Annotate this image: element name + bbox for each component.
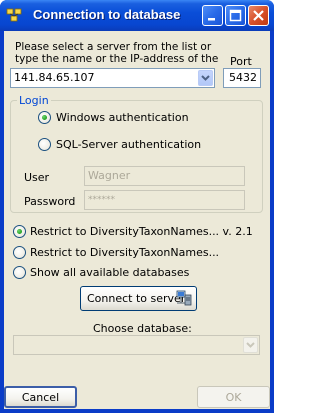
chevron-down-icon bbox=[246, 342, 255, 348]
maximize-button[interactable] bbox=[225, 5, 246, 26]
user-label: User bbox=[24, 171, 50, 184]
restrict-names-label[interactable]: Restrict to DiversityTaxonNames... bbox=[30, 246, 219, 259]
server-address-value: 141.84.65.107 bbox=[14, 71, 95, 84]
dialog-client-area: Please select a server from the list or … bbox=[4, 31, 270, 409]
connect-to-server-button[interactable]: Connect to server bbox=[80, 286, 197, 311]
window-title: Connection to database bbox=[33, 7, 181, 22]
sql-auth-radio[interactable] bbox=[38, 138, 51, 151]
server-dropdown-button[interactable] bbox=[198, 70, 213, 86]
database-app-icon bbox=[6, 7, 22, 23]
sql-auth-label[interactable]: SQL-Server authentication bbox=[56, 138, 201, 151]
radio-selected-dot bbox=[42, 115, 47, 120]
port-value: 5432 bbox=[229, 71, 257, 84]
restrict-v21-label[interactable]: Restrict to DiversityTaxonNames... v. 2.… bbox=[30, 225, 253, 238]
close-icon bbox=[253, 10, 264, 21]
minimize-button[interactable] bbox=[202, 5, 223, 26]
restrict-names-radio[interactable] bbox=[13, 246, 26, 259]
dialog-window: Connection to database Please select a s… bbox=[0, 0, 274, 413]
password-input[interactable]: ****** bbox=[84, 190, 245, 210]
user-value: Wagner bbox=[88, 169, 131, 182]
choose-database-label: Choose database: bbox=[93, 322, 192, 335]
server-combo[interactable]: 141.84.65.107 bbox=[10, 68, 215, 88]
minimize-icon bbox=[208, 18, 215, 21]
show-all-radio[interactable] bbox=[13, 266, 26, 279]
password-label: Password bbox=[24, 195, 76, 208]
database-dropdown-button[interactable] bbox=[243, 337, 258, 353]
restrict-v21-radio[interactable] bbox=[13, 225, 26, 238]
windows-auth-label[interactable]: Windows authentication bbox=[56, 111, 189, 124]
title-bar[interactable]: Connection to database bbox=[0, 0, 274, 31]
cancel-button-label: Cancel bbox=[21, 391, 60, 404]
ok-button-label: OK bbox=[225, 391, 242, 404]
cancel-button[interactable]: Cancel bbox=[4, 386, 77, 408]
user-input[interactable]: Wagner bbox=[84, 166, 245, 186]
connect-server-icon bbox=[176, 290, 192, 310]
ok-button[interactable]: OK bbox=[197, 386, 270, 408]
close-button[interactable] bbox=[248, 5, 269, 26]
database-combo[interactable] bbox=[13, 335, 260, 355]
password-value: ****** bbox=[88, 195, 115, 205]
maximize-icon bbox=[229, 9, 242, 22]
chevron-down-icon bbox=[201, 75, 210, 81]
show-all-label[interactable]: Show all available databases bbox=[30, 266, 189, 279]
windows-auth-radio[interactable] bbox=[38, 111, 51, 124]
login-group-title: Login bbox=[17, 94, 51, 107]
radio-selected-dot bbox=[17, 229, 22, 234]
port-input[interactable]: 5432 bbox=[223, 68, 261, 88]
port-label: Port bbox=[230, 55, 252, 68]
connect-button-label: Connect to server bbox=[87, 292, 186, 305]
